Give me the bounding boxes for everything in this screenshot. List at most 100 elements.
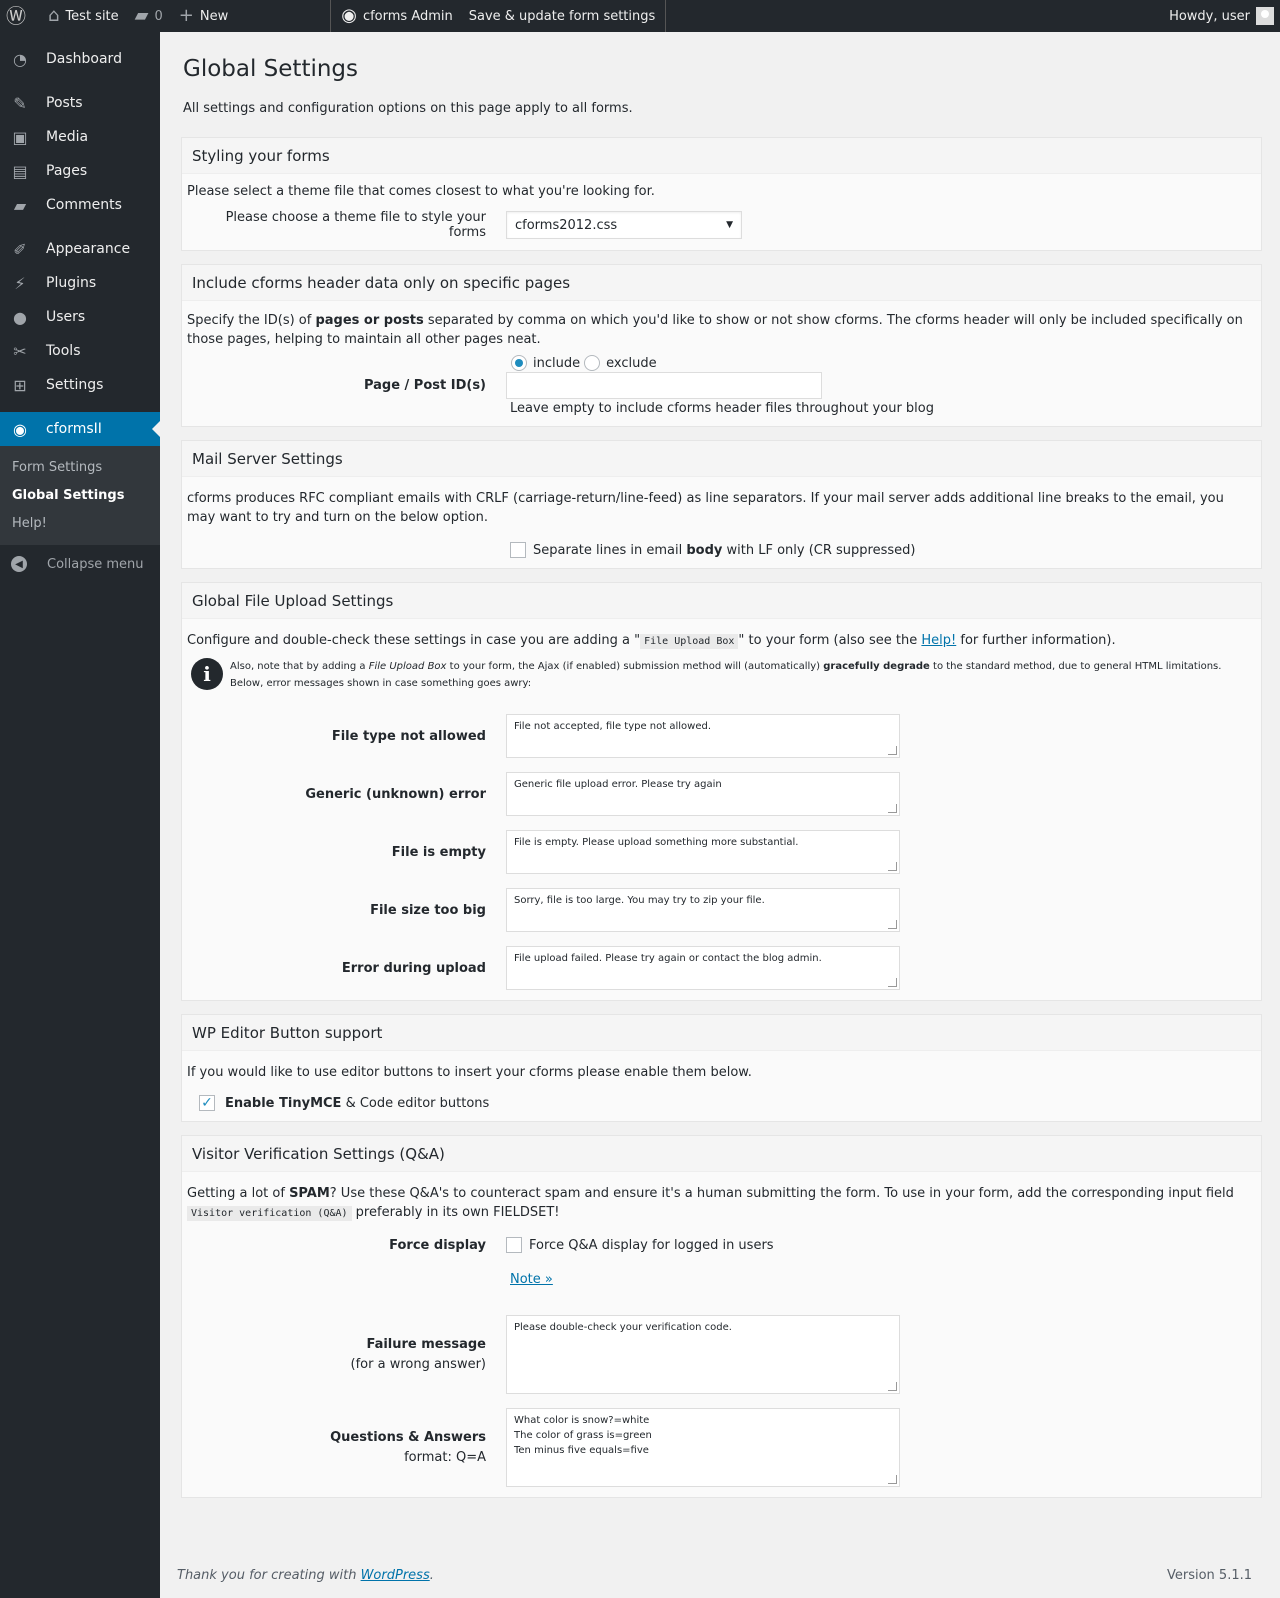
- sidebar-item-users[interactable]: ● Users: [0, 300, 160, 334]
- account-menu[interactable]: Howdy, user: [1169, 7, 1280, 25]
- sidebar-item-comments[interactable]: ▰ Comments: [0, 188, 160, 222]
- desc-bold: pages or posts: [315, 313, 424, 328]
- exclude-label: exclude: [606, 355, 657, 371]
- styling-desc: Please select a theme file that comes cl…: [187, 184, 655, 199]
- wrench-icon: ✂: [13, 341, 27, 361]
- settings-icon: ⊞: [13, 375, 27, 395]
- enable-tinymce-checkbox[interactable]: ✓: [199, 1095, 215, 1111]
- wordpress-link[interactable]: WordPress: [361, 1568, 430, 1583]
- lf-only-checkbox[interactable]: [510, 542, 526, 558]
- desc-text: ? Use these Q&A's to counteract spam and…: [329, 1186, 1234, 1201]
- wordpress-logo-button[interactable]: Ⓦ: [0, 0, 40, 32]
- check-text: with LF only (CR suppressed): [722, 542, 916, 558]
- plugin-bar-group: ◉ cforms Admin Save & update form settin…: [330, 0, 667, 32]
- wordpress-logo-icon: Ⓦ: [6, 4, 26, 28]
- section-title[interactable]: Visitor Verification Settings (Q&A): [182, 1136, 1261, 1172]
- home-icon: ⌂: [48, 5, 60, 26]
- sidebar-item-plugins[interactable]: ⚡ Plugins: [0, 266, 160, 300]
- failure-message-textarea[interactable]: Please double-check your verification co…: [506, 1315, 900, 1394]
- sidebar-item-posts[interactable]: ✎ Posts: [0, 86, 160, 120]
- qa-desc: Getting a lot of SPAM? Use these Q&A's t…: [187, 1184, 1256, 1223]
- theme-select[interactable]: cforms2012.css ▼: [506, 211, 742, 239]
- mail-desc: cforms produces RFC compliant emails wit…: [187, 491, 1224, 525]
- include-radio[interactable]: [511, 355, 527, 371]
- file-empty-textarea[interactable]: File is empty. Please upload something m…: [506, 830, 900, 874]
- failure-message-sub: (for a wrong answer): [350, 1356, 486, 1372]
- failure-message-title: Failure message: [366, 1336, 486, 1352]
- site-name-link[interactable]: ⌂ Test site: [40, 0, 127, 32]
- field-label: Error during upload: [341, 960, 486, 976]
- cforms-admin-link[interactable]: ◉ cforms Admin: [333, 0, 461, 32]
- questions-answers-textarea[interactable]: What color is snow?=white The color of g…: [506, 1408, 900, 1487]
- submenu-help[interactable]: Help!: [0, 509, 160, 537]
- plus-icon: +: [178, 5, 194, 26]
- sidebar-item-dashboard[interactable]: ◔ Dashboard: [0, 42, 160, 76]
- sidebar-item-media[interactable]: ▣ Media: [0, 120, 160, 154]
- file-upload-section: Global File Upload Settings Configure an…: [181, 582, 1262, 1001]
- help-link[interactable]: Help!: [921, 633, 956, 648]
- sidebar-item-label: Comments: [46, 197, 122, 213]
- cforms-logo-icon: ◉: [341, 5, 357, 26]
- sidebar-item-label: Dashboard: [46, 51, 122, 67]
- note-text: to your form, the Ajax (if enabled) subm…: [446, 661, 824, 672]
- sidebar-item-cformsii[interactable]: ◉ cformsII: [0, 412, 160, 446]
- site-name: Test site: [65, 8, 119, 24]
- comment-bubble-icon: ▰: [134, 5, 149, 26]
- upload-field-row: File is empty File is empty. Please uplo…: [187, 830, 1256, 874]
- paintbrush-icon: ✐: [13, 239, 27, 259]
- generic-error-textarea[interactable]: Generic file upload error. Please try ag…: [506, 772, 900, 816]
- upload-field-row: Generic (unknown) error Generic file upl…: [187, 772, 1256, 816]
- failure-message-label: Failure message (for a wrong answer): [187, 1335, 506, 1375]
- theme-label: Please choose a theme file to style your…: [225, 210, 486, 240]
- comments-icon: ▰: [13, 195, 27, 215]
- new-content-button[interactable]: + New: [171, 0, 236, 32]
- footer-version: Version 5.1.1: [1166, 1568, 1252, 1583]
- page-post-ids-hint: Leave empty to include cforms header fil…: [510, 401, 934, 416]
- cforms-admin-label: cforms Admin: [362, 8, 453, 24]
- info-icon: i: [191, 658, 223, 690]
- force-qa-label: Force Q&A display for logged in users: [529, 1237, 774, 1253]
- collapse-menu-button[interactable]: ◀ Collapse menu: [0, 547, 160, 581]
- section-title[interactable]: WP Editor Button support: [182, 1015, 1261, 1051]
- pushpin-icon: ✎: [13, 93, 27, 113]
- sidebar-item-label: Media: [46, 129, 89, 145]
- theme-selected-value: cforms2012.css: [515, 217, 618, 233]
- field-label: File type not allowed: [331, 728, 486, 744]
- upload-desc: Configure and double-check these setting…: [187, 631, 1256, 651]
- exclude-radio[interactable]: [584, 355, 601, 371]
- sidebar-item-label: Pages: [46, 163, 88, 179]
- sidebar-item-settings[interactable]: ⊞ Settings: [0, 368, 160, 402]
- submenu-global-settings[interactable]: Global Settings: [0, 481, 160, 509]
- save-update-button[interactable]: Save & update form settings: [461, 0, 664, 32]
- section-title[interactable]: Global File Upload Settings: [182, 583, 1261, 619]
- note-bold: gracefully degrade: [823, 661, 930, 672]
- questions-answers-label: Questions & Answers format: Q=A: [187, 1428, 506, 1468]
- section-title[interactable]: Mail Server Settings: [182, 441, 1261, 477]
- mail-server-section: Mail Server Settings cforms produces RFC…: [181, 440, 1262, 569]
- comments-link[interactable]: ▰ 0: [127, 0, 171, 32]
- sidebar-item-pages[interactable]: ▤ Pages: [0, 154, 160, 188]
- pages-icon: ▤: [12, 161, 28, 181]
- file-size-too-big-textarea[interactable]: Sorry, file is too large. You may try to…: [506, 888, 900, 932]
- check-text: Separate lines in email: [533, 542, 687, 558]
- collapse-menu-label: Collapse menu: [47, 556, 144, 572]
- sidebar-item-appearance[interactable]: ✐ Appearance: [0, 232, 160, 266]
- sidebar-item-label: Plugins: [46, 275, 97, 291]
- desc-text: Specify the ID(s) of: [187, 313, 316, 328]
- note-link[interactable]: Note »: [510, 1272, 553, 1287]
- submenu-form-settings[interactable]: Form Settings: [0, 453, 160, 481]
- sidebar-item-tools[interactable]: ✂ Tools: [0, 334, 160, 368]
- note-text: Also, note that by adding a: [230, 661, 369, 672]
- desc-text: Configure and double-check these setting…: [187, 633, 641, 648]
- sidebar-item-label: Settings: [46, 377, 104, 393]
- error-during-upload-textarea[interactable]: File upload failed. Please try again or …: [506, 946, 900, 990]
- section-title[interactable]: Styling your forms: [182, 138, 1261, 174]
- questions-answers-sub: format: Q=A: [404, 1449, 486, 1465]
- page-post-ids-input[interactable]: [506, 372, 822, 399]
- dashboard-icon: ◔: [13, 49, 27, 69]
- footer-thanks-text: Thank you for creating with: [177, 1568, 361, 1583]
- field-label: File is empty: [391, 844, 486, 860]
- force-qa-checkbox[interactable]: [506, 1237, 522, 1253]
- file-type-not-allowed-textarea[interactable]: File not accepted, file type not allowed…: [506, 714, 900, 758]
- section-title[interactable]: Include cforms header data only on speci…: [182, 265, 1261, 301]
